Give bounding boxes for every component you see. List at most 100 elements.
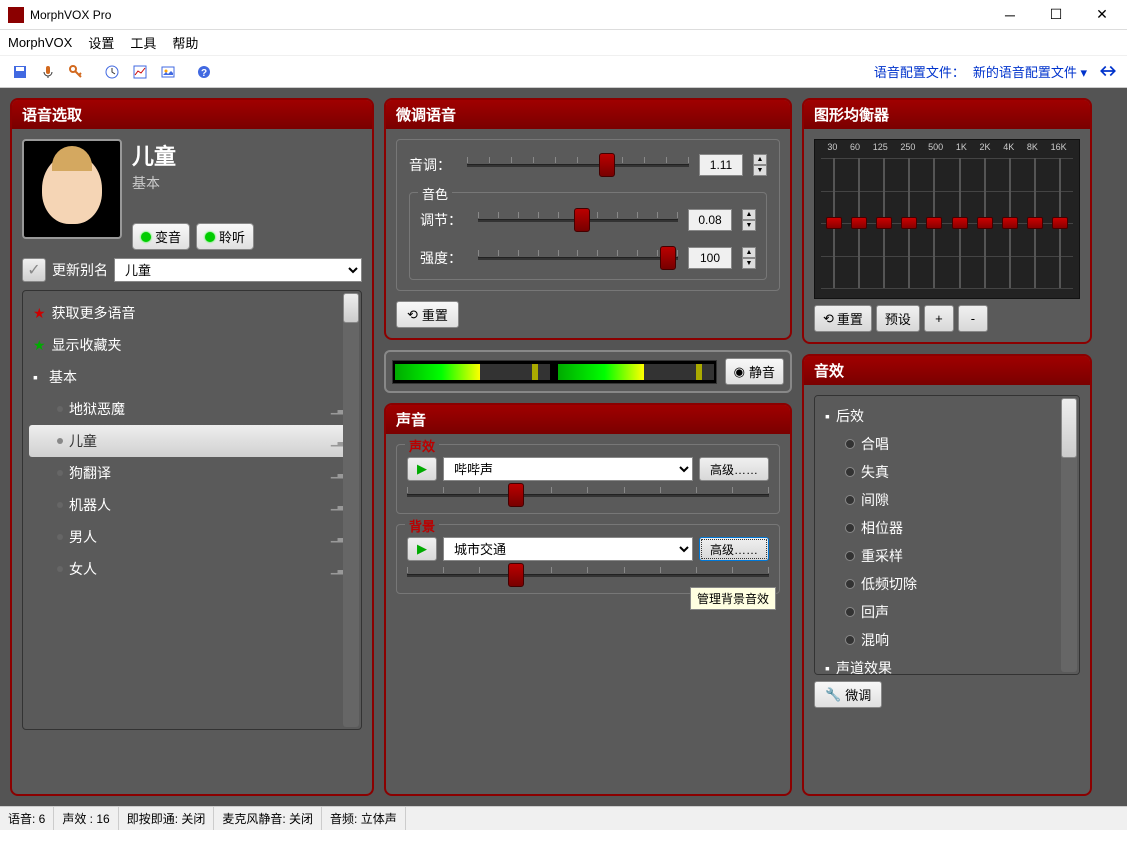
eq-preset-button[interactable]: 预设 (876, 305, 920, 332)
tree-item-robot[interactable]: 机器人▁▃▅ (29, 489, 355, 521)
alias-input[interactable]: 儿童 (114, 258, 362, 282)
alias-checkbox[interactable]: ✓ (22, 258, 46, 282)
chart-icon[interactable] (128, 60, 152, 84)
bg-select[interactable]: 城市交通 (443, 537, 693, 561)
tree-item-demon[interactable]: 地狱恶魔▁▃▅ (29, 393, 355, 425)
close-button[interactable]: ✕ (1085, 3, 1119, 27)
pitch-value[interactable]: 1.11 (699, 154, 743, 176)
eq-band-30[interactable] (829, 158, 839, 288)
adjust-thumb[interactable] (574, 208, 590, 232)
listen-button[interactable]: 聆听 (196, 223, 254, 250)
pitch-slider[interactable] (467, 157, 689, 173)
eq-plus-button[interactable]: + (924, 305, 954, 332)
sfx-play-button[interactable]: ▶ (407, 457, 437, 481)
eq-band-500[interactable] (929, 158, 939, 288)
adjust-spinner[interactable]: ▲▼ (742, 209, 756, 231)
tweak-panel: 微调语音 音调： 1.11 ▲▼ 音色 (384, 98, 792, 340)
fx-group-aftereffects[interactable]: ▪后效 (821, 402, 1073, 430)
eq-band-1k[interactable] (955, 158, 965, 288)
pin-icon[interactable] (1099, 62, 1119, 82)
status-voices: 语音: 6 (0, 807, 54, 830)
effects-tweak-button[interactable]: 🔧微调 (814, 681, 882, 708)
vu-bar-right (558, 364, 713, 380)
fx-reverb[interactable]: 混响 (821, 626, 1073, 654)
status-ptt: 即按即通: 关闭 (119, 807, 215, 830)
scrollbar-thumb[interactable] (1061, 398, 1077, 458)
eq-reset-button[interactable]: ⟲重置 (814, 305, 872, 332)
profile-select[interactable]: 新的语音配置文件 (973, 62, 1087, 81)
mic-icon[interactable] (36, 60, 60, 84)
tree-item-child[interactable]: 儿童▁▃▅ (29, 425, 355, 457)
eq-band-250[interactable] (904, 158, 914, 288)
fx-phaser[interactable]: 相位器 (821, 514, 1073, 542)
save-icon[interactable] (8, 60, 32, 84)
fx-distortion[interactable]: 失真 (821, 458, 1073, 486)
tree-item-man[interactable]: 男人▁▃▅ (29, 521, 355, 553)
fx-gap[interactable]: 间隙 (821, 486, 1073, 514)
menu-help[interactable]: 帮助 (172, 33, 198, 52)
key-icon[interactable] (64, 60, 88, 84)
pitch-thumb[interactable] (599, 153, 615, 177)
tree-item-dog[interactable]: 狗翻译▁▃▅ (29, 457, 355, 489)
clock-icon[interactable] (100, 60, 124, 84)
menu-tools[interactable]: 工具 (130, 33, 156, 52)
voice-tree[interactable]: ★获取更多语音 ★显示收藏夹 ▪基本 地狱恶魔▁▃▅ 儿童▁▃▅ 狗翻译▁▃▅ … (22, 290, 362, 730)
bg-volume-slider[interactable] (407, 567, 769, 583)
tree-root-basic[interactable]: ▪基本 (29, 361, 355, 393)
eq-band-2k[interactable] (980, 158, 990, 288)
sfx-volume-slider[interactable] (407, 487, 769, 503)
bg-volume-thumb[interactable] (508, 563, 524, 587)
avatar (22, 139, 122, 239)
fx-resample[interactable]: 重采样 (821, 542, 1073, 570)
maximize-button[interactable]: ☐ (1039, 3, 1073, 27)
menubar: MorphVOX 设置 工具 帮助 (0, 30, 1127, 56)
fx-lowcut[interactable]: 低频切除 (821, 570, 1073, 598)
scrollbar-thumb[interactable] (343, 293, 359, 323)
sound-panel: 声音 声效 ▶ 哔哔声 高级…… 背景 (384, 403, 792, 796)
pitch-spinner[interactable]: ▲▼ (753, 154, 767, 176)
current-voice-category: 基本 (132, 173, 362, 193)
sound-title: 声音 (386, 405, 790, 434)
fx-group-channel[interactable]: ▪声道效果 (821, 654, 1073, 675)
strength-slider[interactable] (478, 250, 678, 266)
fx-chorus[interactable]: 合唱 (821, 430, 1073, 458)
tweak-reset-button[interactable]: ⟲重置 (396, 301, 459, 328)
eq-band-16k[interactable] (1055, 158, 1065, 288)
sfx-volume-thumb[interactable] (508, 483, 524, 507)
sfx-advanced-button[interactable]: 高级…… (699, 457, 769, 481)
menu-settings[interactable]: 设置 (88, 33, 114, 52)
eq-title: 图形均衡器 (804, 100, 1090, 129)
scrollbar[interactable] (1061, 398, 1077, 672)
menu-morphvox[interactable]: MorphVOX (8, 35, 72, 50)
tree-get-more[interactable]: ★获取更多语音 (29, 297, 355, 329)
sfx-select[interactable]: 哔哔声 (443, 457, 693, 481)
eq-band-60[interactable] (854, 158, 864, 288)
app-icon (8, 7, 24, 23)
minimize-button[interactable]: ─ (993, 3, 1027, 27)
strength-value[interactable]: 100 (688, 247, 732, 269)
morph-button[interactable]: 变音 (132, 223, 190, 250)
adjust-value[interactable]: 0.08 (688, 209, 732, 231)
toolbar: ? 语音配置文件： 新的语音配置文件 (0, 56, 1127, 88)
fx-echo[interactable]: 回声 (821, 598, 1073, 626)
strength-spinner[interactable]: ▲▼ (742, 247, 756, 269)
eq-graph: 30601252505001K2K4K8K16K (814, 139, 1080, 299)
adjust-slider[interactable] (478, 212, 678, 228)
scrollbar[interactable] (343, 293, 359, 727)
eq-band-8k[interactable] (1030, 158, 1040, 288)
strength-thumb[interactable] (660, 246, 676, 270)
eq-band-125[interactable] (879, 158, 889, 288)
help-icon[interactable]: ? (192, 60, 216, 84)
bg-play-button[interactable]: ▶ (407, 537, 437, 561)
eq-band-4k[interactable] (1005, 158, 1015, 288)
eq-minus-button[interactable]: - (958, 305, 988, 332)
window-title: MorphVOX Pro (30, 8, 993, 22)
effects-tree[interactable]: ▪后效 合唱 失真 间隙 相位器 重采样 低频切除 回声 混响 ▪声道效果 单音… (814, 395, 1080, 675)
effects-panel: 音效 ▪后效 合唱 失真 间隙 相位器 重采样 低频切除 回声 混响 ▪声道效果… (802, 354, 1092, 796)
sfx-group-title: 声效 (405, 436, 439, 455)
bg-advanced-button[interactable]: 高级…… (699, 537, 769, 561)
tree-item-woman[interactable]: 女人▁▃▅ (29, 553, 355, 585)
mute-button[interactable]: ◉静音 (725, 358, 784, 385)
image-icon[interactable] (156, 60, 180, 84)
tree-show-favorites[interactable]: ★显示收藏夹 (29, 329, 355, 361)
